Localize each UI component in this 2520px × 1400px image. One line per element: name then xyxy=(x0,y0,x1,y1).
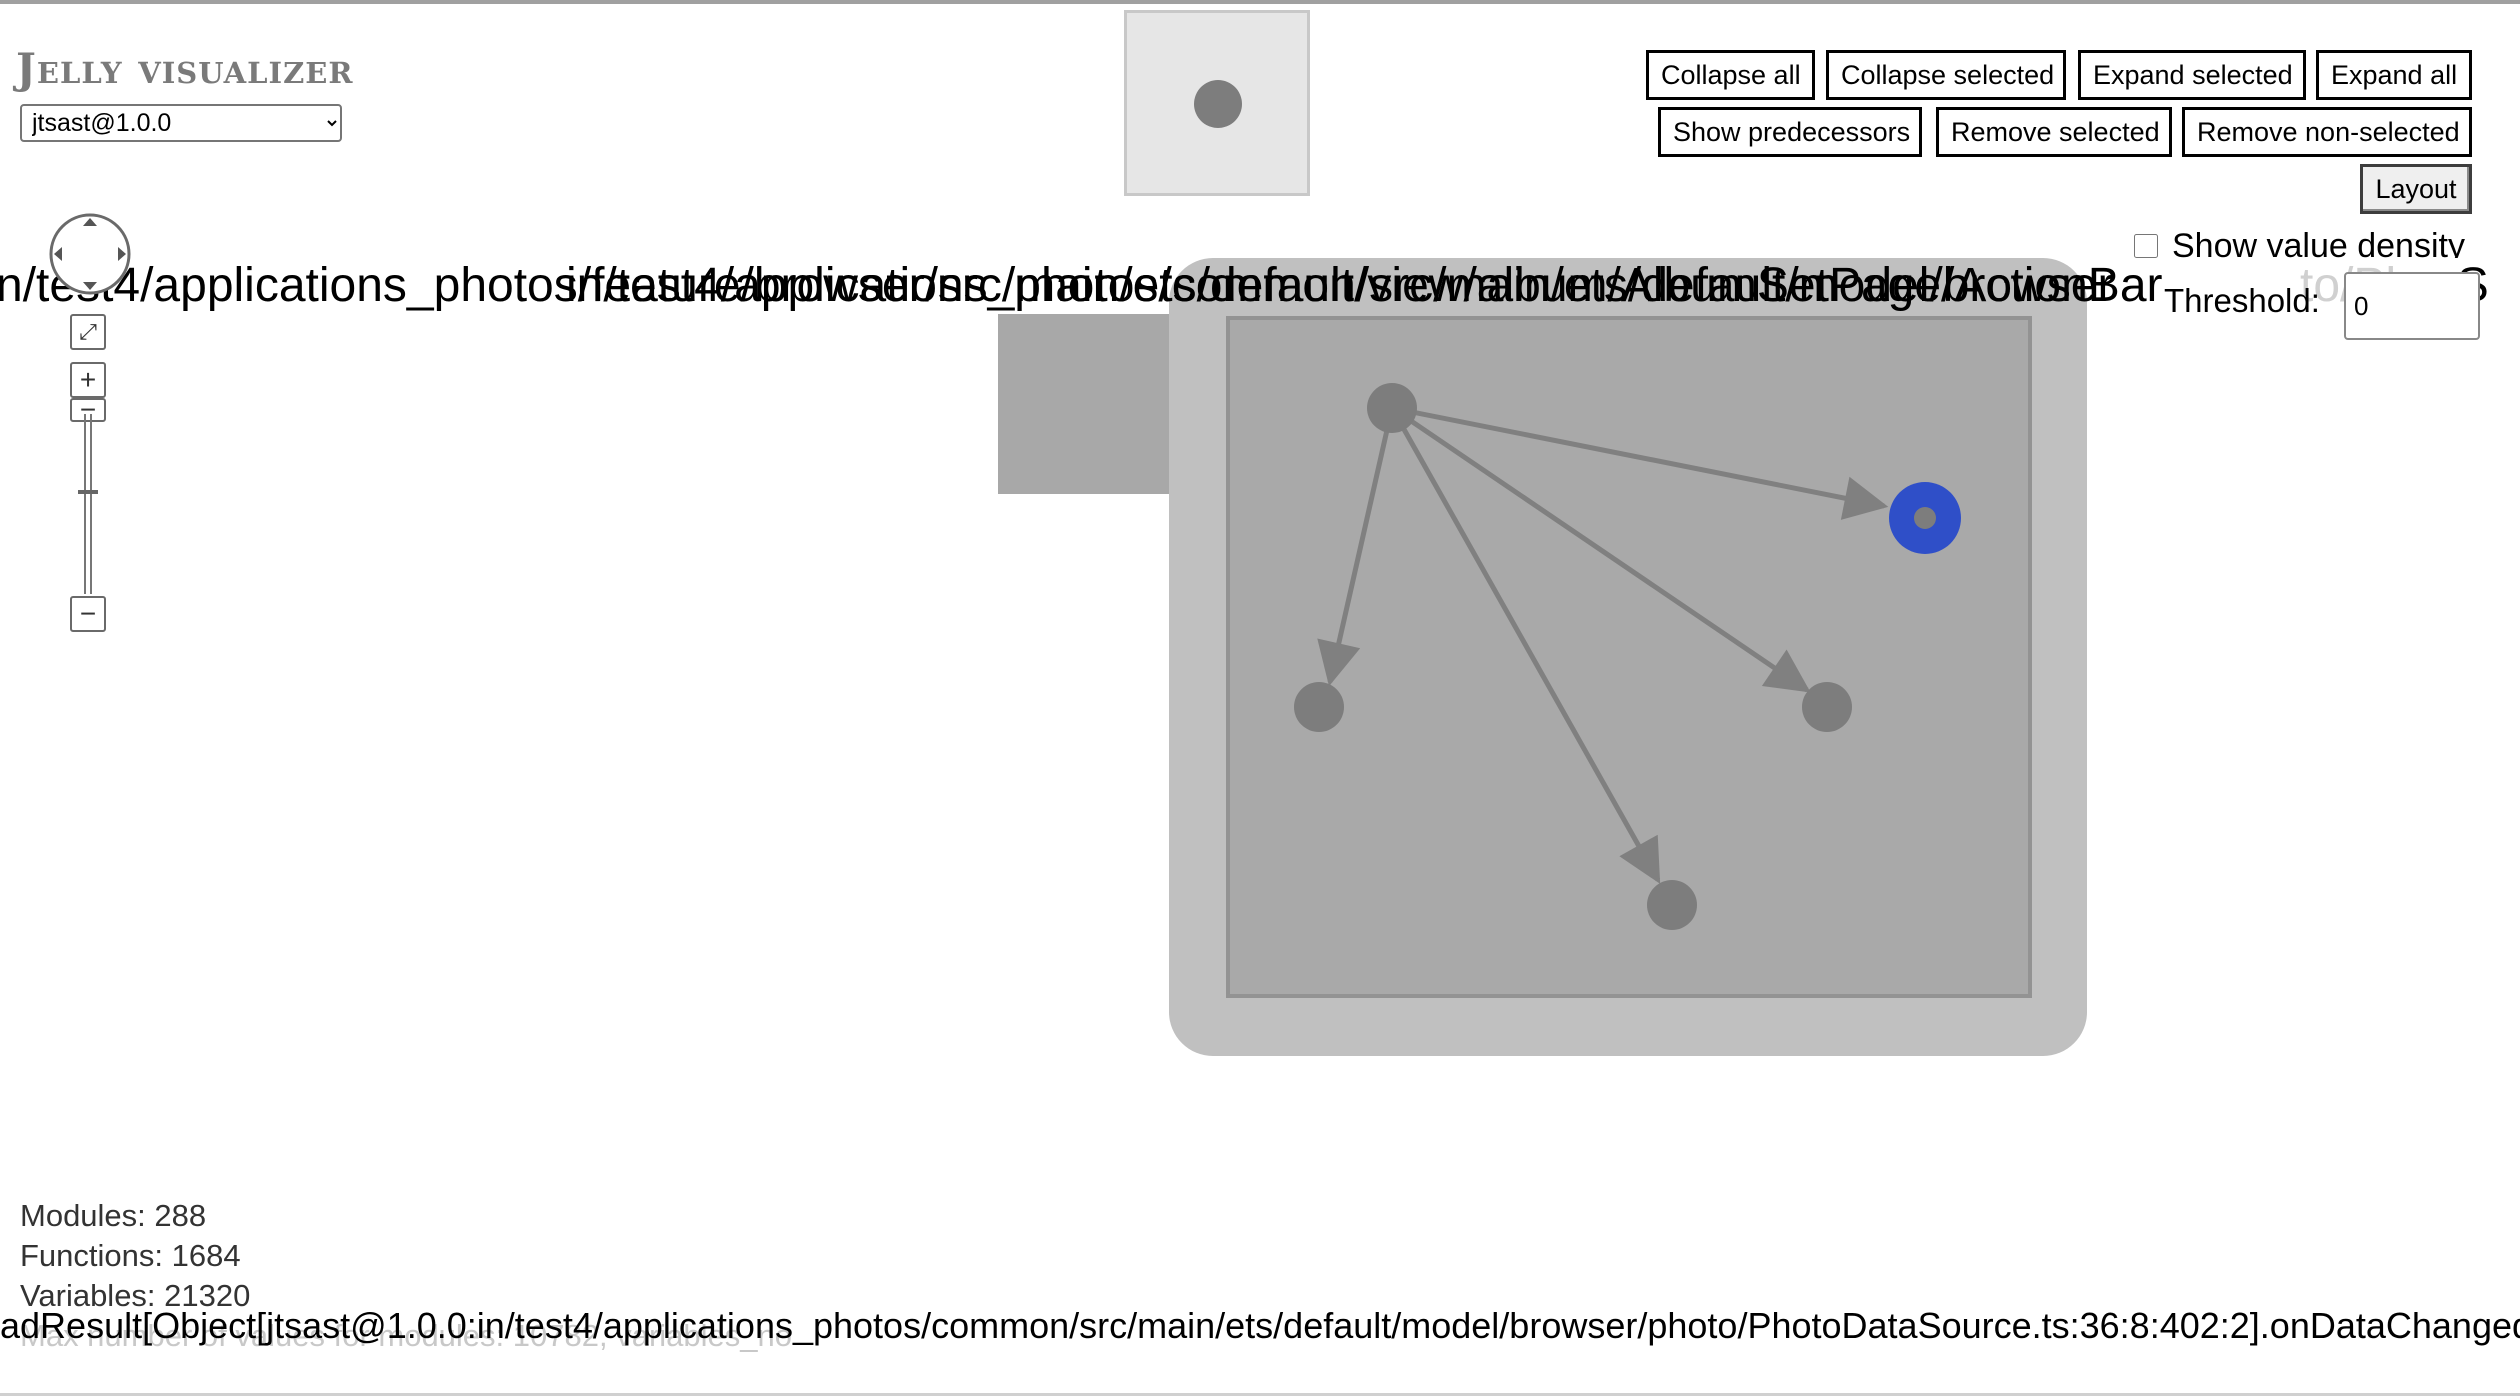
function-node[interactable] xyxy=(1647,880,1697,930)
function-node[interactable] xyxy=(1367,383,1417,433)
graph-canvas[interactable] xyxy=(0,0,2520,1400)
fit-view-icon[interactable]: ⤢ xyxy=(70,314,106,350)
hover-tooltip: adResult[Object[jtsast@1.0.0:in/test4/ap… xyxy=(0,1305,2520,1346)
threshold-label: Threshold: xyxy=(2164,282,2320,319)
zoom-in-icon[interactable]: + xyxy=(70,362,106,398)
zoom-out-icon[interactable]: − xyxy=(70,596,106,632)
node-label-browser: in/test4/applications_photos/common/src/… xyxy=(566,259,2114,312)
functions-count: Functions: 1684 xyxy=(20,1238,241,1273)
modules-count: Modules: 288 xyxy=(20,1198,207,1233)
pan-control[interactable] xyxy=(48,212,132,296)
selected-node-core xyxy=(1914,507,1936,529)
bottom-border xyxy=(0,1393,2520,1396)
threshold-input[interactable] xyxy=(2344,272,2480,340)
function-node[interactable] xyxy=(1294,682,1344,732)
collapsed-module-node[interactable] xyxy=(998,314,1178,494)
zoom-slider-track[interactable] xyxy=(84,414,92,594)
zoom-slider-thumb[interactable] xyxy=(78,490,98,494)
function-node[interactable] xyxy=(1802,682,1852,732)
file-group[interactable] xyxy=(1226,316,2032,998)
